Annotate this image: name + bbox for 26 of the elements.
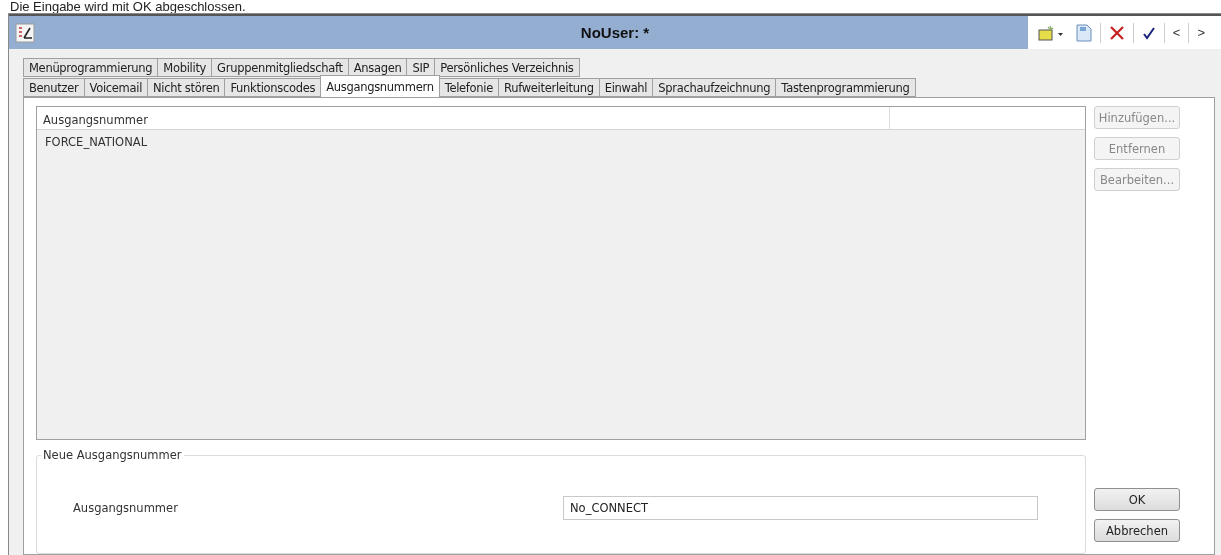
tab[interactable]: Mobility xyxy=(157,58,213,77)
window-title: NoUser: * xyxy=(580,24,650,41)
tab[interactable]: Persönliches Verzeichnis xyxy=(434,58,580,77)
input-field[interactable]: No_CONNECT xyxy=(563,495,1038,520)
dialog-button[interactable]: OK xyxy=(1094,488,1180,511)
list-item[interactable]: FORCE_NATIONAL xyxy=(37,130,1085,154)
tab[interactable]: Gruppenmitgliedschaft xyxy=(211,58,349,77)
document-icon[interactable] xyxy=(1073,23,1094,42)
instruction-text: Die Eingabe wird mit OK abgeschlossen. xyxy=(9,0,247,13)
dialog-button[interactable]: Abbrechen xyxy=(1094,519,1180,542)
field-label: Ausgangsnummer xyxy=(73,500,179,515)
tab[interactable]: Rufweiterleitung xyxy=(498,78,600,97)
tab[interactable]: Funktionscodes xyxy=(224,78,322,97)
tab[interactable]: Benutzer xyxy=(23,78,85,97)
app-icon xyxy=(15,22,35,43)
tab[interactable]: Sprachaufzeichnung xyxy=(652,78,777,97)
tab[interactable]: Telefonie xyxy=(438,78,499,97)
tab[interactable]: Menüprogrammierung xyxy=(23,58,159,77)
tab[interactable]: Einwahl xyxy=(598,78,654,97)
nav-button[interactable]: < xyxy=(1170,25,1183,40)
group-title: Neue Ausgangsnummer xyxy=(42,448,183,462)
tab[interactable]: Ausgangsnummern xyxy=(320,75,440,97)
tab[interactable]: Voicemail xyxy=(83,78,149,97)
tab[interactable]: Tastenprogrammierung xyxy=(775,78,916,97)
tab[interactable]: Nicht stören xyxy=(147,78,226,97)
nav-button[interactable]: > xyxy=(1195,25,1207,40)
